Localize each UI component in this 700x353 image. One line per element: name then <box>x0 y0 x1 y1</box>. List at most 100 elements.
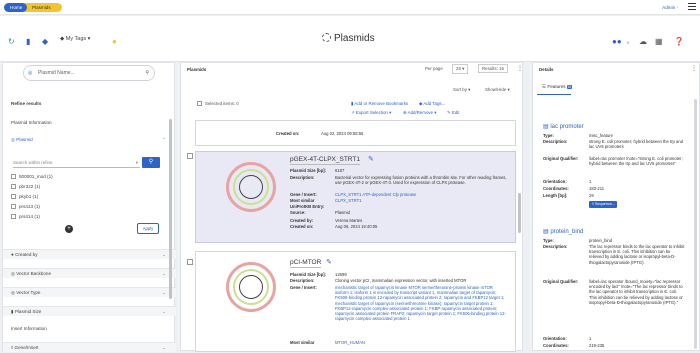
field-label: Created by: <box>290 218 314 223</box>
insert-info-heading: Insert Information <box>11 326 47 331</box>
field-label: Original Qualifier: <box>543 279 579 284</box>
plasmid-info-heading: Plasmid Information <box>11 120 52 125</box>
checkbox[interactable] <box>11 184 16 189</box>
select-all[interactable]: Selected items: 0 <box>197 101 239 106</box>
gene-link[interactable]: CLPX_STRT1 ATP-dependent Clp protease <box>335 192 507 197</box>
sequence-label: Sequence... <box>594 202 616 206</box>
plasmid-search-input[interactable]: ◎ Plasmid Name... ⚲ <box>23 65 155 81</box>
tab-underline <box>537 94 571 95</box>
bookmark-icon[interactable]: ▮ <box>26 37 30 46</box>
users-icon[interactable]: ●● <box>612 37 622 46</box>
plasmid-icon: ◎ <box>28 70 33 76</box>
field-value: 29 <box>589 193 594 198</box>
field-label: Description: <box>543 244 568 249</box>
option-2[interactable]: pbr322 (1) <box>3 184 176 189</box>
gene-row: Gene / Insert: mechanistic target of rapa… <box>290 285 510 321</box>
chevron-down-icon: ⌄ <box>162 290 166 295</box>
checkbox[interactable] <box>11 174 16 179</box>
field-value: 183-211 <box>589 186 605 191</box>
similar-row: Most similar MTOR_HUMAN <box>290 340 510 345</box>
created-by-filter[interactable]: ● Created by ⌄ <box>3 249 176 259</box>
vector-type-filter[interactable]: ◎ Vector Type ⌄ <box>3 287 176 297</box>
similar-link[interactable]: MTOR_HUMAN <box>335 340 507 345</box>
similar-link[interactable]: CLPX_STRT1 <box>335 198 507 203</box>
feature-type-row: Type: protein_bind <box>543 238 689 243</box>
field-value: 219-235 <box>589 343 605 348</box>
field-label: Description: <box>290 175 315 180</box>
field-value: 12699 <box>335 272 347 277</box>
gene-link[interactable]: mechanistic target of rapamycin kinase M… <box>335 285 507 321</box>
bookmarks-action[interactable]: ▮ Add or Remove Bookmarks <box>351 101 408 107</box>
created-by-label: Created by <box>15 252 38 257</box>
checkbox[interactable] <box>11 214 16 219</box>
filter-placeholder: Search within refine <box>13 160 53 165</box>
field-label: Gene / Insert: <box>290 192 317 197</box>
sort-label: Sort by <box>453 87 467 92</box>
export-action[interactable]: ↗ Export Selection ▾ <box>351 110 391 116</box>
per-page-select[interactable]: 25 ▾ <box>452 64 469 74</box>
option-1[interactable]: 500001_mod (1) <box>3 174 176 179</box>
right-scrollbar[interactable] <box>694 99 697 349</box>
size-row: Plasmid Size [bp]: 6187 <box>290 168 510 173</box>
edit-icon[interactable]: ✎ <box>368 155 374 163</box>
plasmid-card[interactable]: pCI-MTOR ✎ Plasmid Size [bp]: 12699 Descr… <box>195 251 516 352</box>
checkbox[interactable] <box>11 204 16 209</box>
plasmid-name[interactable]: pGEX-4T-CLPX_STRT1 <box>290 156 360 165</box>
plasmid-card[interactable]: Created on: Aug 02, 2024 09:58:55 <box>195 120 516 146</box>
mid-scrollbar[interactable] <box>518 193 521 233</box>
field-label: Coordinates: <box>543 343 569 348</box>
feature-title[interactable]: ▤ lac promoter <box>543 123 584 130</box>
show-hide-dropdown[interactable]: Show/Hide ▾ <box>485 87 510 93</box>
vector-backbone-filter[interactable]: ◎ Vector Backbone ⌄ <box>3 268 176 278</box>
apply-button[interactable]: Apply <box>137 223 159 234</box>
feature-title[interactable]: ▤ protein_bind <box>543 228 583 235</box>
field-value: 1 <box>589 336 592 341</box>
edit-icon[interactable]: ✎ <box>326 258 332 266</box>
option-3[interactable]: pkyb1 (1) <box>3 194 176 199</box>
row-checkbox[interactable] <box>187 259 193 265</box>
breadcrumb-home[interactable]: Home <box>4 3 27 12</box>
user-menu[interactable]: Admin - <box>662 5 678 10</box>
refine-heading: Refine results <box>11 101 42 106</box>
cloud-upload-icon[interactable]: ☁ <box>639 37 647 46</box>
menu-icon[interactable] <box>688 3 696 11</box>
feature-orient-row: Orientation: 1 <box>543 179 689 184</box>
field-value: Bacterial vector for expressing fusion p… <box>335 175 507 186</box>
checkbox[interactable] <box>11 194 16 199</box>
source-row: Source: Plasmid <box>290 210 510 215</box>
chevron-down-icon: ⌄ <box>162 271 166 276</box>
search-icon[interactable]: ⚲ <box>145 66 149 80</box>
field-value: Plasmid <box>335 210 350 215</box>
edit-action[interactable]: ✎ Edit <box>447 110 459 116</box>
top-bar: Plasmids Home Admin - <box>0 0 700 15</box>
add-remove-action[interactable]: ⊕ Add/Remove ▾ <box>403 110 436 116</box>
checkbox[interactable] <box>197 101 202 106</box>
option-5[interactable]: prs414 (1) <box>3 214 176 219</box>
refresh-icon[interactable]: ↻ <box>8 37 15 46</box>
plasmid-filter-label: Plasmid <box>16 137 33 142</box>
plasmid-size-filter[interactable]: ▮ Plasmid Size ⌄ <box>3 306 176 316</box>
plasmid-card-selected[interactable]: pGEX-4T-CLPX_STRT1 ✎ Plasmid Size [bp]: 6… <box>195 151 516 243</box>
more-options-icon[interactable]: ⋮ <box>517 65 523 72</box>
lightbulb-icon[interactable]: ● <box>112 37 117 46</box>
created-by-row: Created by: Verena Martes <box>290 218 510 223</box>
add-tags-action[interactable]: ◆ Add Tags... <box>419 101 445 107</box>
refine-filter-input[interactable]: Search within refine ▾ <box>13 157 140 168</box>
feature-orient-row: Orientation: 1 <box>543 336 689 341</box>
features-tab[interactable]: ☰ Features 16 <box>542 84 573 90</box>
option-4[interactable]: prs413 (1) <box>3 204 176 209</box>
filter-search-button[interactable]: ⚲ <box>142 157 160 168</box>
plasmid-name[interactable]: pCI-MTOR <box>290 259 322 268</box>
row-checkbox[interactable] <box>187 153 193 159</box>
sequence-button[interactable]: ◊ Sequence... <box>589 201 617 208</box>
add-icon[interactable]: + <box>65 225 73 233</box>
image-icon[interactable]: ▦ <box>655 37 663 46</box>
left-scrollbar[interactable] <box>169 119 172 299</box>
sort-by-dropdown[interactable]: Sort by ▾ <box>453 87 470 93</box>
plasmid-filter-header[interactable]: ◎ Plasmid ⌃ <box>3 137 176 143</box>
more-options-icon[interactable]: ⋮ <box>691 65 697 72</box>
tag-icon[interactable]: ◆ <box>42 37 48 46</box>
feature-desc-row: Description: strong E. coli promoter; hyb… <box>543 139 689 149</box>
my-tags-dropdown[interactable]: ◆ My Tags ▾ <box>60 36 90 42</box>
help-icon[interactable]: ❓ <box>674 37 684 46</box>
